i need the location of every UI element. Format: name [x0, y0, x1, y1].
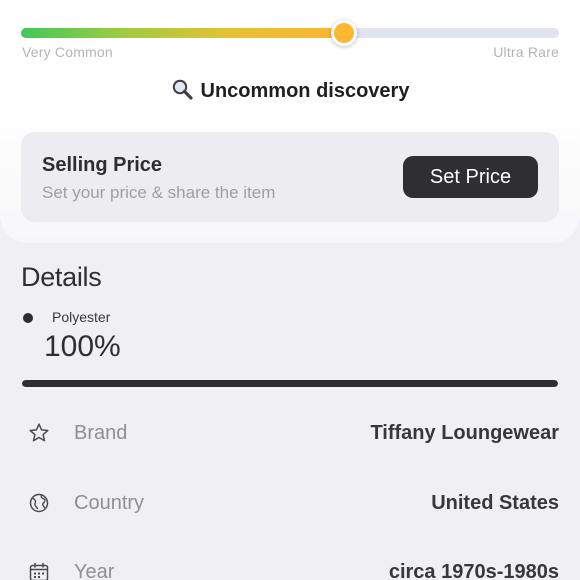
material-name: Polyester: [52, 309, 111, 325]
discovery-text: Uncommon discovery: [200, 80, 410, 102]
selling-price-subtitle: Set your price & share the item: [42, 183, 276, 202]
country-row[interactable]: Country United States: [0, 484, 580, 524]
selling-price-title: Selling Price: [42, 154, 163, 176]
calendar-icon: [29, 562, 49, 580]
rarity-min-label: Very Common: [22, 44, 113, 60]
material-composition-fill: [22, 380, 558, 387]
star-icon: [29, 423, 49, 442]
rarity-max-label: Ultra Rare: [493, 44, 559, 60]
globe-icon: [29, 493, 49, 513]
rarity-slider-track: [21, 20, 559, 46]
year-label: Year: [74, 561, 115, 580]
country-value: United States: [431, 492, 559, 514]
year-value: circa 1970s-1980s: [388, 561, 559, 580]
selling-price-card: Selling Price Set your price & share the…: [21, 132, 559, 222]
rarity-slider-fill: [21, 28, 344, 38]
brand-value: Tiffany Loungewear: [370, 422, 559, 444]
material-composition-bar: [22, 380, 558, 387]
discovery-title: Uncommon discovery: [0, 78, 580, 103]
brand-label: Brand: [74, 422, 128, 444]
country-label: Country: [74, 492, 145, 514]
material-bullet: [23, 313, 33, 323]
details-heading: Details: [21, 262, 102, 292]
year-row[interactable]: Year circa 1970s-1980s: [0, 553, 580, 580]
material-percent: 100%: [44, 330, 121, 363]
rarity-slider-thumb[interactable]: [330, 20, 357, 46]
magnifier-icon: [172, 79, 193, 100]
rarity-card: Very Common Ultra Rare Uncommon discover…: [0, 0, 580, 243]
brand-row[interactable]: Brand Tiffany Loungewear: [0, 414, 580, 454]
set-price-button[interactable]: Set Price: [403, 156, 538, 198]
